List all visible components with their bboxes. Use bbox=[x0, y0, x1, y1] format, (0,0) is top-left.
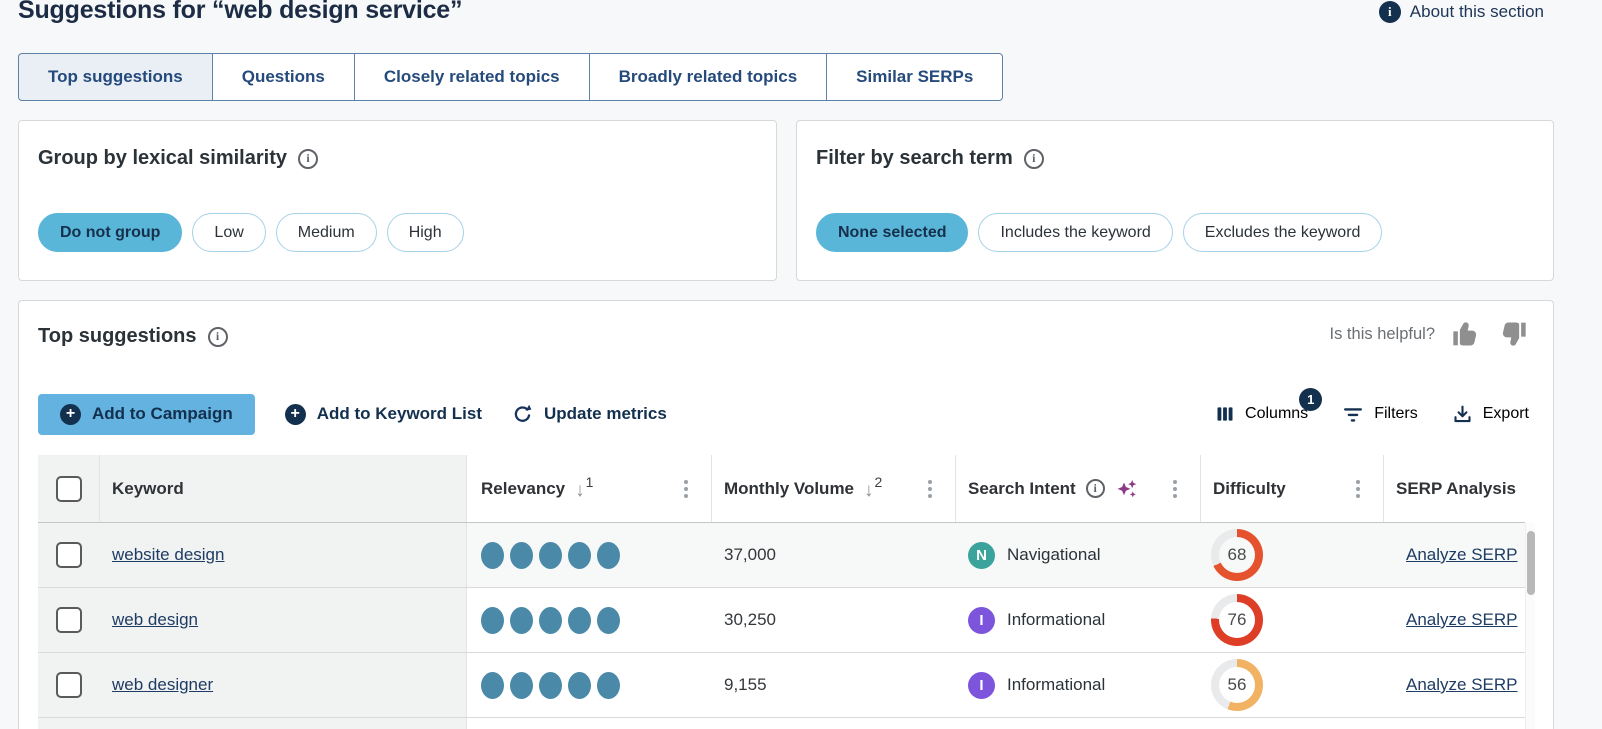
table-row-partial bbox=[38, 718, 1525, 729]
pill-includes-keyword[interactable]: Includes the keyword bbox=[978, 213, 1172, 252]
table-row: web design 30,250 I Informational 76 Ana… bbox=[38, 588, 1525, 653]
feedback-widget: Is this helpful? bbox=[1330, 318, 1529, 350]
group-by-lexical-similarity-panel: Group by lexical similarity i Do not gro… bbox=[18, 120, 777, 281]
sort-descending-icon[interactable]: ↓1 bbox=[575, 478, 593, 500]
filters-button[interactable]: Filters bbox=[1342, 403, 1418, 425]
filter-by-search-term-panel: Filter by search term i None selected In… bbox=[796, 120, 1554, 281]
table-scrollbar[interactable] bbox=[1525, 523, 1535, 729]
filter-pill-list: None selected Includes the keyword Exclu… bbox=[816, 213, 1382, 252]
info-icon: i bbox=[1379, 1, 1401, 23]
tab-similar-serps[interactable]: Similar SERPs bbox=[826, 53, 1003, 101]
pill-none-selected[interactable]: None selected bbox=[816, 213, 968, 252]
monthly-volume-value: 37,000 bbox=[724, 545, 776, 565]
about-this-section-label: About this section bbox=[1410, 2, 1544, 22]
row-checkbox[interactable] bbox=[56, 607, 82, 633]
pill-do-not-group[interactable]: Do not group bbox=[38, 213, 182, 252]
difficulty-donut: 76 bbox=[1211, 594, 1263, 646]
relevancy-dots bbox=[481, 607, 620, 634]
add-to-keyword-list-button[interactable]: + Add to Keyword List bbox=[285, 404, 482, 425]
column-menu-icon[interactable] bbox=[925, 477, 935, 501]
column-menu-icon[interactable] bbox=[1353, 477, 1363, 501]
relevancy-dots bbox=[481, 672, 620, 699]
intent-label: Navigational bbox=[1007, 545, 1101, 565]
column-menu-icon[interactable] bbox=[681, 477, 691, 501]
pill-high[interactable]: High bbox=[387, 213, 464, 252]
tab-top-suggestions[interactable]: Top suggestions bbox=[18, 53, 213, 101]
intent-label: Informational bbox=[1007, 610, 1105, 630]
info-icon[interactable]: i bbox=[208, 327, 228, 347]
suggestions-table: Keyword Relevancy ↓1 Monthly Volume ↓2 bbox=[38, 455, 1525, 729]
filter-icon bbox=[1342, 403, 1364, 425]
table-toolbar: + Add to Campaign + Add to Keyword List … bbox=[38, 393, 1529, 435]
suggestion-tabs: Top suggestions Questions Closely relate… bbox=[18, 53, 1003, 101]
tab-questions[interactable]: Questions bbox=[212, 53, 355, 101]
pill-low[interactable]: Low bbox=[192, 213, 265, 252]
keyword-link[interactable]: website design bbox=[112, 545, 224, 565]
column-menu-icon[interactable] bbox=[1170, 477, 1180, 501]
table-header-row: Keyword Relevancy ↓1 Monthly Volume ↓2 bbox=[38, 455, 1525, 523]
pill-excludes-keyword[interactable]: Excludes the keyword bbox=[1183, 213, 1383, 252]
plus-circle-icon: + bbox=[60, 404, 81, 425]
top-suggestions-title: Top suggestions bbox=[38, 325, 197, 348]
intent-badge: I bbox=[968, 672, 995, 699]
difficulty-donut: 68 bbox=[1211, 529, 1263, 581]
page-title: Suggestions for “web design service” bbox=[18, 0, 462, 25]
analyze-serp-link[interactable]: Analyze SERP bbox=[1406, 545, 1518, 565]
relevancy-dots bbox=[481, 542, 620, 569]
row-checkbox[interactable] bbox=[56, 542, 82, 568]
keyword-link[interactable]: web designer bbox=[112, 675, 213, 695]
refresh-icon bbox=[512, 404, 533, 425]
update-metrics-button[interactable]: Update metrics bbox=[512, 404, 667, 425]
keyword-link[interactable]: web design bbox=[112, 610, 198, 630]
columns-button[interactable]: Columns 1 bbox=[1215, 404, 1308, 424]
pill-medium[interactable]: Medium bbox=[276, 213, 377, 252]
ai-sparkles-icon bbox=[1115, 477, 1139, 501]
plus-circle-icon: + bbox=[285, 404, 306, 425]
table-row: website design 37,000 N Navigational 68 … bbox=[38, 523, 1525, 588]
columns-icon bbox=[1215, 404, 1235, 424]
difficulty-column-header: Difficulty bbox=[1213, 479, 1286, 499]
group-pill-list: Do not group Low Medium High bbox=[38, 213, 464, 252]
info-icon[interactable]: i bbox=[1086, 479, 1105, 498]
info-icon[interactable]: i bbox=[1024, 149, 1044, 169]
group-panel-title: Group by lexical similarity bbox=[38, 147, 287, 170]
sort-descending-icon[interactable]: ↓2 bbox=[864, 478, 882, 500]
export-button[interactable]: Export bbox=[1452, 404, 1529, 425]
intent-label: Informational bbox=[1007, 675, 1105, 695]
download-icon bbox=[1452, 404, 1473, 425]
table-row: web designer 9,155 I Informational 56 An… bbox=[38, 653, 1525, 718]
info-icon[interactable]: i bbox=[298, 149, 318, 169]
row-checkbox[interactable] bbox=[56, 672, 82, 698]
monthly-volume-value: 30,250 bbox=[724, 610, 776, 630]
helpful-label: Is this helpful? bbox=[1330, 325, 1435, 344]
relevancy-column-header: Relevancy bbox=[481, 479, 565, 499]
columns-count-badge: 1 bbox=[1299, 388, 1322, 411]
keyword-suggestions-page: Suggestions for “web design service” i A… bbox=[0, 0, 1602, 729]
add-to-campaign-button[interactable]: + Add to Campaign bbox=[38, 394, 255, 435]
tab-broadly-related-topics[interactable]: Broadly related topics bbox=[589, 53, 828, 101]
tab-closely-related-topics[interactable]: Closely related topics bbox=[354, 53, 590, 101]
top-suggestions-panel: Top suggestions i Is this helpful? + Add… bbox=[18, 300, 1554, 729]
select-all-checkbox[interactable] bbox=[56, 476, 82, 502]
intent-badge: I bbox=[968, 607, 995, 634]
difficulty-donut: 56 bbox=[1211, 659, 1263, 711]
filter-panel-title: Filter by search term bbox=[816, 147, 1013, 170]
analyze-serp-link[interactable]: Analyze SERP bbox=[1406, 610, 1518, 630]
monthly-volume-value: 9,155 bbox=[724, 675, 767, 695]
scrollbar-thumb[interactable] bbox=[1527, 531, 1535, 595]
thumbs-down-icon[interactable] bbox=[1497, 318, 1529, 350]
intent-badge: N bbox=[968, 542, 995, 569]
about-this-section-link[interactable]: i About this section bbox=[1379, 1, 1544, 23]
search-intent-column-header: Search Intent bbox=[968, 479, 1076, 499]
keyword-column-header: Keyword bbox=[112, 479, 184, 499]
thumbs-up-icon[interactable] bbox=[1450, 318, 1482, 350]
serp-analysis-column-header: SERP Analysis bbox=[1396, 479, 1516, 499]
monthly-volume-column-header: Monthly Volume bbox=[724, 479, 854, 499]
analyze-serp-link[interactable]: Analyze SERP bbox=[1406, 675, 1518, 695]
